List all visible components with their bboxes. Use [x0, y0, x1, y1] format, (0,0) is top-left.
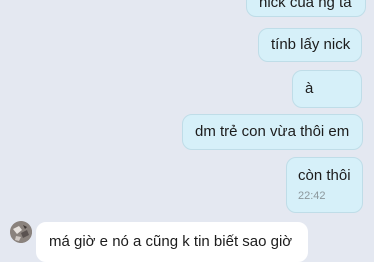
- chat-thread[interactable]: nick của ng ta tínb lấy nick à dm trẻ co…: [0, 0, 374, 262]
- message-bubble-outgoing[interactable]: dm trẻ con vừa thôi em: [182, 114, 363, 150]
- message-text: còn thôi: [298, 167, 351, 184]
- message-bubble-incoming[interactable]: má giờ e nó a cũng k tin biết sao giờ: [36, 222, 308, 262]
- message-text: dm trẻ con vừa thôi em: [195, 123, 350, 140]
- avatar[interactable]: [10, 221, 32, 243]
- message-bubble-outgoing[interactable]: nick của ng ta: [246, 0, 366, 17]
- message-timestamp: 22:42: [298, 190, 326, 202]
- message-bubble-outgoing[interactable]: à: [292, 70, 362, 108]
- message-text: à: [305, 80, 314, 97]
- message-text: nick của ng ta: [259, 0, 352, 11]
- message-text: tínb lấy nick: [271, 36, 351, 53]
- message-bubble-outgoing[interactable]: tínb lấy nick: [258, 28, 362, 62]
- message-text: má giờ e nó a cũng k tin biết sao giờ: [49, 233, 293, 250]
- message-bubble-outgoing[interactable]: còn thôi 22:42: [286, 157, 363, 213]
- avatar-image: [10, 221, 32, 243]
